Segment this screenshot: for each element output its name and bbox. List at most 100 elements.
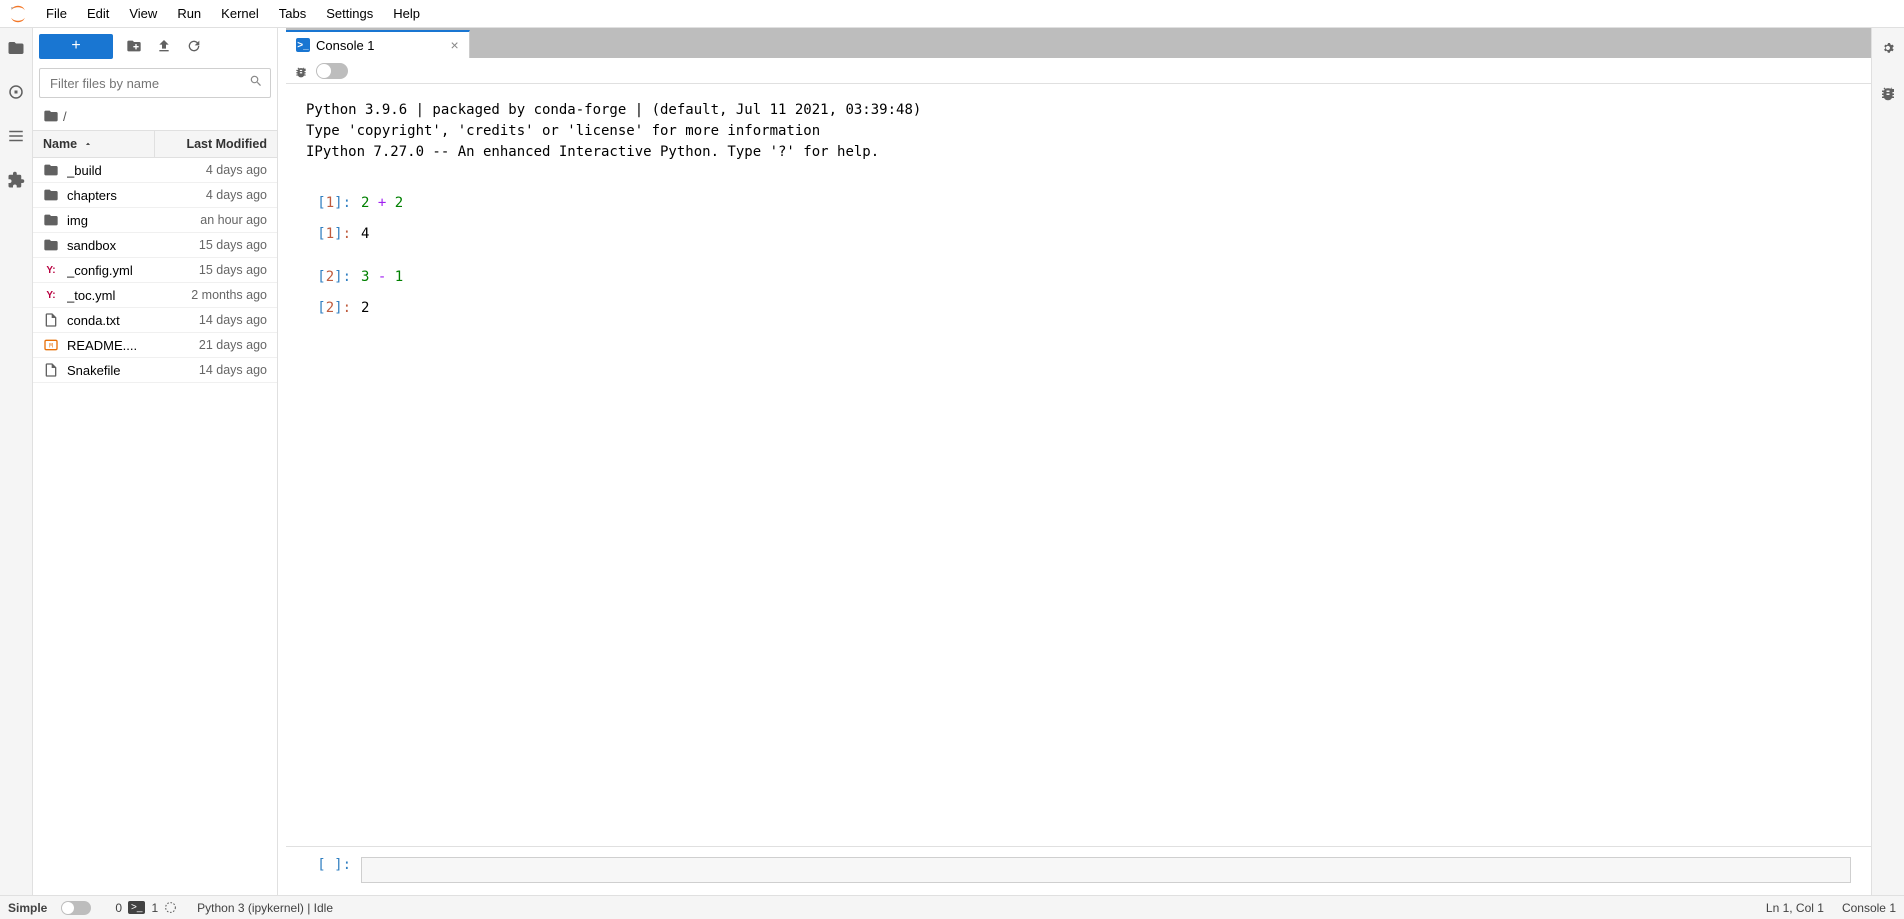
status-count-a: 0 <box>115 901 122 915</box>
status-bar: Simple 0 >_ 1 Python 3 (ipykernel) | Idl… <box>0 895 1904 919</box>
kernel-status-icon <box>164 901 177 914</box>
status-counts[interactable]: 0 >_ 1 <box>115 901 177 915</box>
in-code: 3 - 1 <box>361 267 403 288</box>
file-row[interactable]: chapters 4 days ago <box>33 183 277 208</box>
breadcrumb[interactable]: / <box>33 102 277 131</box>
file-modified: 14 days ago <box>155 359 277 381</box>
file-name: img <box>67 213 88 228</box>
file-modified: 14 days ago <box>155 309 277 331</box>
file-toolbar: + <box>33 28 277 64</box>
search-icon <box>249 74 263 88</box>
activity-toc-icon[interactable] <box>4 124 28 148</box>
activity-running-icon[interactable] <box>4 80 28 104</box>
console-out-cell: [1]:4 <box>306 224 1851 245</box>
tab-console-1[interactable]: >_ Console 1 × <box>286 30 470 58</box>
file-modified: 4 days ago <box>155 159 277 181</box>
kernel-status[interactable]: Python 3 (ipykernel) | Idle <box>197 901 333 915</box>
upload-icon[interactable] <box>155 37 173 55</box>
yaml-icon: Y: <box>43 287 59 303</box>
resize-handle[interactable] <box>278 28 286 895</box>
file-modified: 15 days ago <box>155 234 277 256</box>
property-inspector-icon[interactable] <box>1876 36 1900 60</box>
simple-mode-toggle[interactable] <box>61 901 91 915</box>
out-prompt: [2]: <box>306 298 361 319</box>
in-prompt: [1]: <box>306 193 361 214</box>
tab-bar: >_ Console 1 × <box>286 28 1871 58</box>
file-browser: + / <box>33 28 278 895</box>
file-row[interactable]: M README.... 21 days ago <box>33 333 277 358</box>
menu-file[interactable]: File <box>36 2 77 25</box>
md-icon: M <box>43 337 59 353</box>
file-modified: an hour ago <box>155 209 277 231</box>
col-header-modified[interactable]: Last Modified <box>155 131 277 157</box>
cursor-position[interactable]: Ln 1, Col 1 <box>1766 901 1824 915</box>
console-output[interactable]: Python 3.9.6 | packaged by conda-forge |… <box>286 84 1871 846</box>
file-name: _toc.yml <box>67 288 115 303</box>
sort-asc-icon <box>83 139 93 149</box>
folder-icon <box>43 187 59 203</box>
tab-close-icon[interactable]: × <box>451 37 459 53</box>
file-row[interactable]: _build 4 days ago <box>33 158 277 183</box>
file-modified: 2 months ago <box>155 284 277 306</box>
debugger-icon[interactable] <box>1876 80 1900 104</box>
status-active-tab[interactable]: Console 1 <box>1842 901 1896 915</box>
out-value: 2 <box>361 298 369 319</box>
file-row[interactable]: conda.txt14 days ago <box>33 308 277 333</box>
file-icon <box>43 362 59 378</box>
svg-text:M: M <box>49 343 53 350</box>
file-name: chapters <box>67 188 117 203</box>
activity-bar-right <box>1871 28 1904 895</box>
in-code: 2 + 2 <box>361 193 403 214</box>
menu-view[interactable]: View <box>119 2 167 25</box>
file-row[interactable]: sandbox 15 days ago <box>33 233 277 258</box>
folder-icon <box>43 237 59 253</box>
file-name: _config.yml <box>67 263 133 278</box>
tab-label: Console 1 <box>316 38 375 53</box>
yaml-icon: Y: <box>43 262 59 278</box>
main-area: >_ Console 1 × Python 3.9.6 | packaged b… <box>286 28 1871 895</box>
activity-extensions-icon[interactable] <box>4 168 28 192</box>
status-count-b: 1 <box>151 901 158 915</box>
input-prompt: [ ]: <box>306 857 361 883</box>
file-row[interactable]: Snakefile 14 days ago <box>33 358 277 383</box>
menu-help[interactable]: Help <box>383 2 430 25</box>
debugger-toggle[interactable] <box>316 63 348 79</box>
bug-icon[interactable] <box>294 64 308 78</box>
filter-files-input[interactable] <box>39 68 271 98</box>
menu-run[interactable]: Run <box>167 2 211 25</box>
menu-edit[interactable]: Edit <box>77 2 119 25</box>
console-in-cell: [1]:2 + 2 <box>306 193 1851 214</box>
menu-settings[interactable]: Settings <box>316 2 383 25</box>
console-input-area: [ ]: <box>286 846 1871 895</box>
file-row[interactable]: Y: _config.yml 15 days ago <box>33 258 277 283</box>
file-list: _build 4 days ago chapters 4 days ago img an … <box>33 158 277 895</box>
file-row[interactable]: Y: _toc.yml 2 months ago <box>33 283 277 308</box>
file-name: sandbox <box>67 238 116 253</box>
file-row[interactable]: img an hour ago <box>33 208 277 233</box>
refresh-icon[interactable] <box>185 37 203 55</box>
new-folder-icon[interactable] <box>125 37 143 55</box>
console-banner: Python 3.9.6 | packaged by conda-forge |… <box>306 100 1851 163</box>
file-name: _build <box>67 163 102 178</box>
file-icon <box>43 312 59 328</box>
activity-folder-icon[interactable] <box>4 36 28 60</box>
menu-kernel[interactable]: Kernel <box>211 2 269 25</box>
col-header-name[interactable]: Name <box>33 131 155 157</box>
new-launcher-button[interactable]: + <box>39 34 113 59</box>
file-name: README.... <box>67 338 137 353</box>
jupyter-logo <box>8 4 28 24</box>
menubar: File Edit View Run Kernel Tabs Settings … <box>0 0 1904 28</box>
file-modified: 4 days ago <box>155 184 277 206</box>
file-modified: 15 days ago <box>155 259 277 281</box>
menu-tabs[interactable]: Tabs <box>269 2 316 25</box>
out-value: 4 <box>361 224 369 245</box>
file-name: Snakefile <box>67 363 120 378</box>
file-modified: 21 days ago <box>155 334 277 356</box>
terminal-icon: >_ <box>128 901 145 914</box>
file-list-header: Name Last Modified <box>33 131 277 158</box>
activity-bar-left <box>0 28 33 895</box>
out-prompt: [1]: <box>306 224 361 245</box>
console-icon: >_ <box>296 38 310 52</box>
console-input[interactable] <box>361 857 1851 883</box>
breadcrumb-root: / <box>63 109 67 124</box>
